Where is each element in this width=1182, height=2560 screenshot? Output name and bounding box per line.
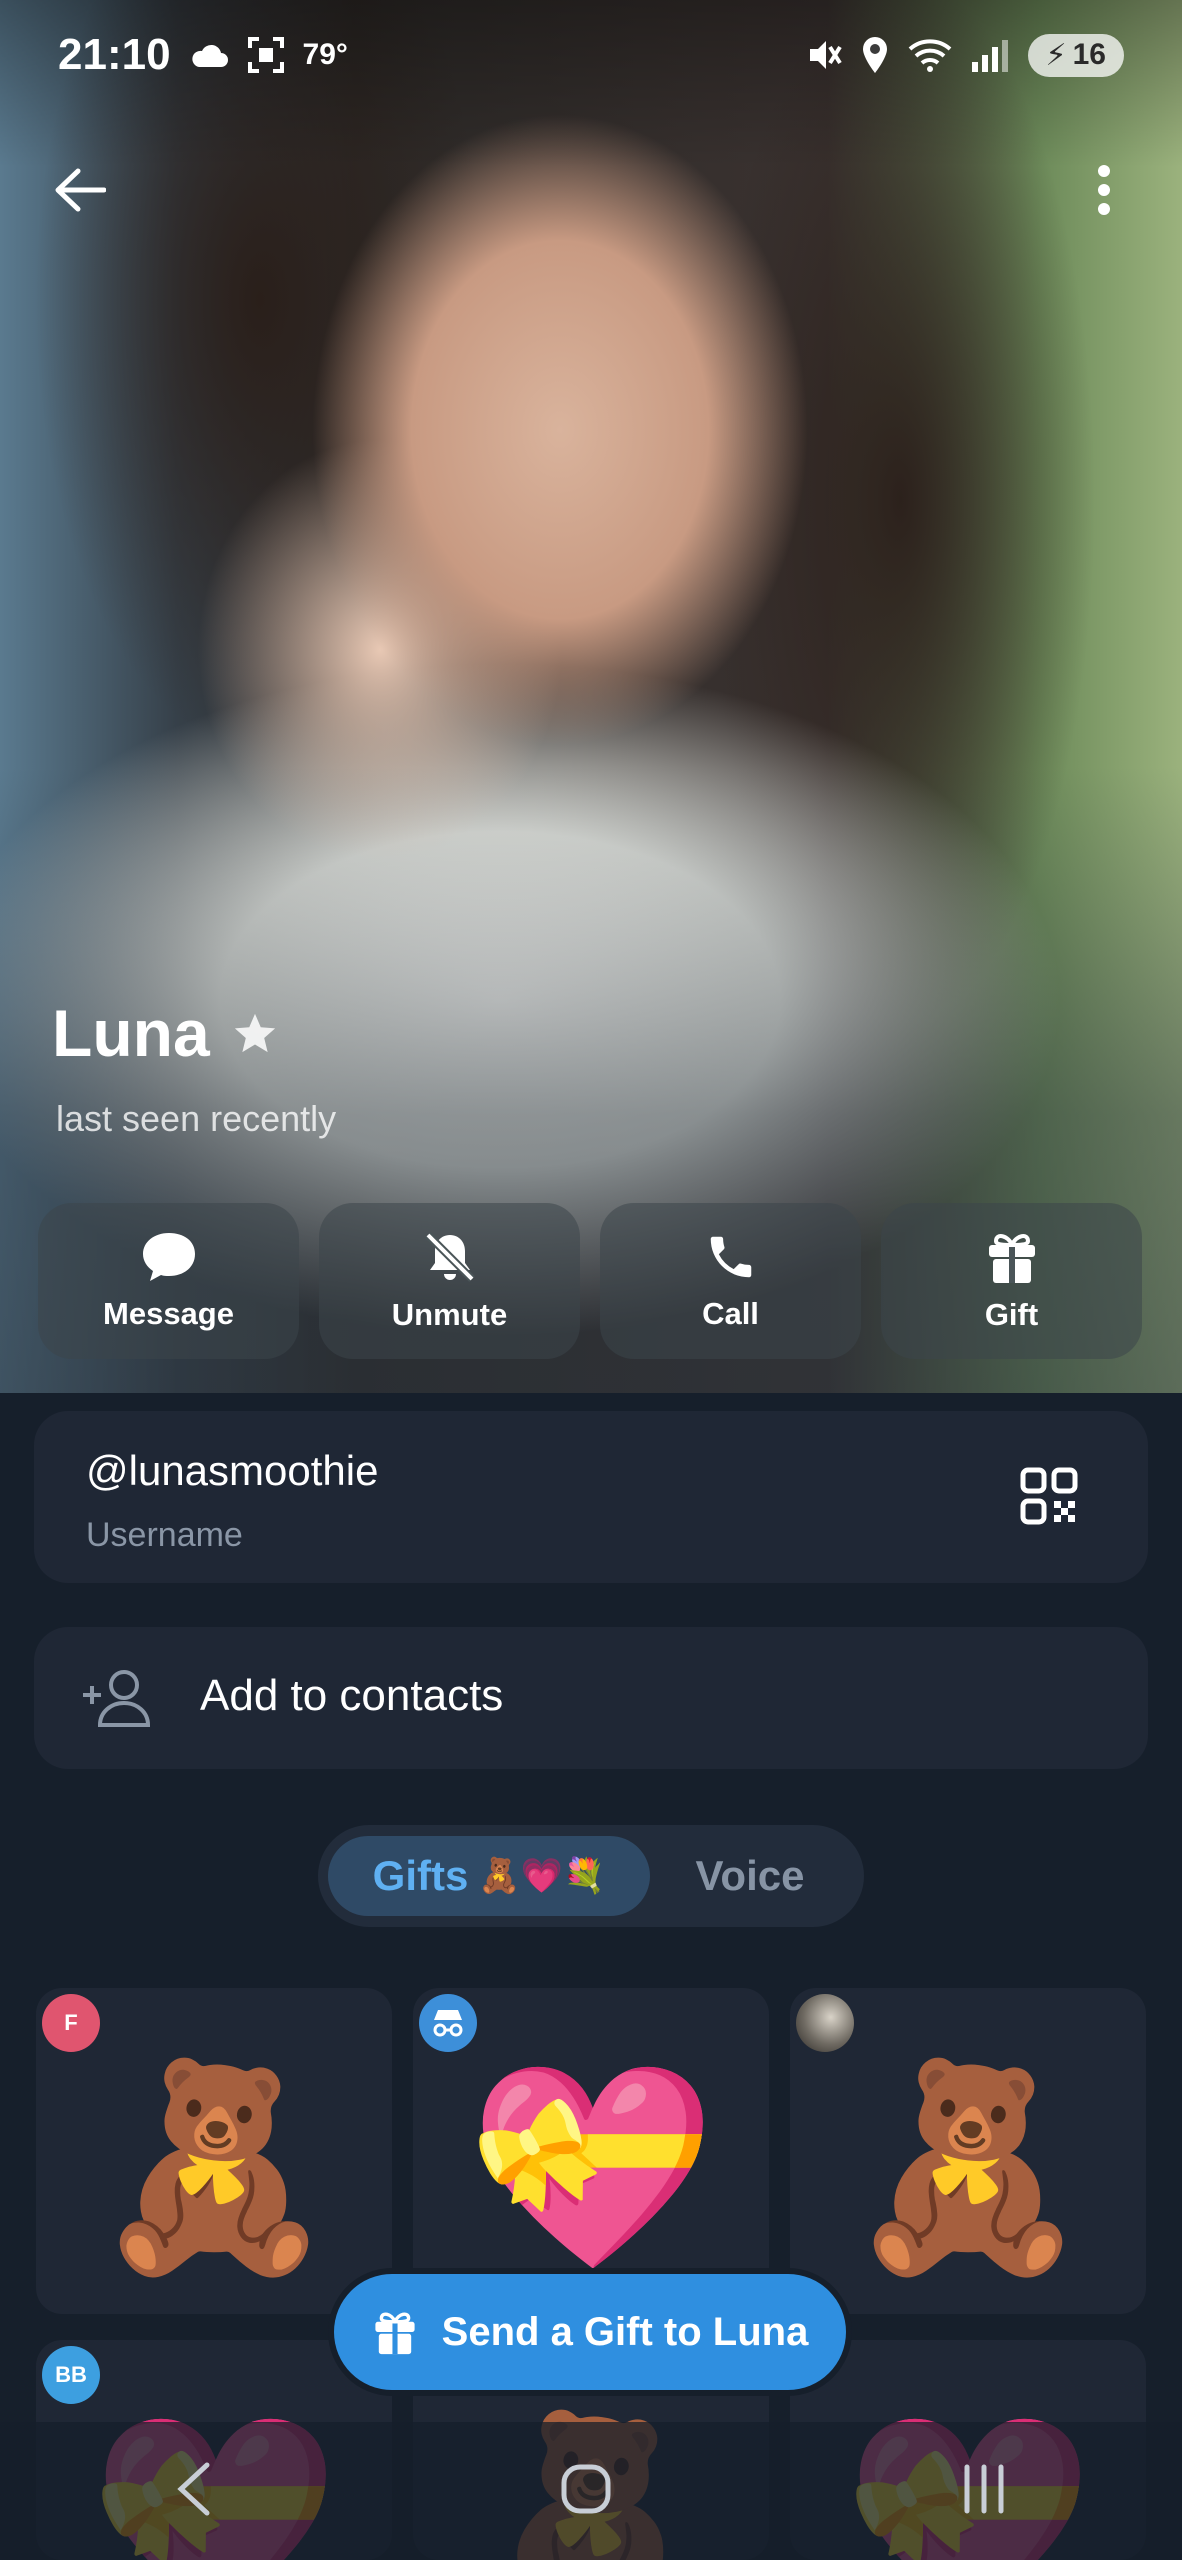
send-gift-label: Send a Gift to Luna xyxy=(441,2309,809,2354)
vibrate-mute-icon xyxy=(809,41,842,69)
gift-icon xyxy=(375,2312,415,2355)
nav-back-button[interactable] xyxy=(173,2461,213,2522)
qr-code-icon xyxy=(1020,1467,1078,1525)
message-label: Message xyxy=(103,1296,234,1331)
call-button[interactable]: Call xyxy=(600,1203,861,1359)
add-to-contacts-row[interactable]: Add to contacts xyxy=(34,1627,1148,1769)
call-label: Call xyxy=(702,1296,759,1331)
nav-back-icon xyxy=(176,2462,210,2515)
username-value[interactable]: @lunasmoothie xyxy=(86,1447,378,1495)
profile-photo[interactable]: 21:10 79° ⚡ 16 Luna last seen recently M… xyxy=(0,0,1182,1393)
status-temperature: 79° xyxy=(302,38,348,71)
heart-gift: 💝 xyxy=(466,2056,716,2279)
cloud-icon xyxy=(191,44,228,67)
bell-off-icon xyxy=(424,1232,475,1282)
star-icon[interactable] xyxy=(232,1010,278,1056)
tab-gifts[interactable]: Gifts 🧸💗💐 xyxy=(328,1836,650,1916)
back-button[interactable] xyxy=(40,150,120,230)
message-icon xyxy=(142,1233,195,1281)
gift-tile[interactable]: 🧸 xyxy=(790,1988,1146,2314)
add-to-contacts-label: Add to contacts xyxy=(200,1671,504,1720)
gift-icon xyxy=(988,1234,1035,1283)
more-options-button[interactable] xyxy=(1064,150,1144,230)
system-nav-bar xyxy=(0,2422,1182,2560)
more-vertical-icon xyxy=(1098,165,1110,215)
gift-button[interactable]: Gift xyxy=(881,1203,1142,1359)
nav-home-button[interactable] xyxy=(558,2461,614,2522)
teddy-bear-gift: 🧸 xyxy=(89,2056,339,2279)
status-time: 21:10 xyxy=(58,30,171,79)
arrow-left-icon xyxy=(55,168,106,212)
nav-recents-icon xyxy=(964,2464,1004,2513)
username-caption: Username xyxy=(86,1516,243,1554)
profile-tabs: Gifts 🧸💗💐 Voice xyxy=(318,1825,864,1927)
unmute-label: Unmute xyxy=(391,1297,508,1332)
photo-shade xyxy=(0,0,1182,1393)
phone-icon xyxy=(710,1236,751,1278)
status-bar: 21:10 79° ⚡ 16 xyxy=(0,0,1182,110)
tab-gifts-label: Gifts xyxy=(372,1852,469,1899)
gift-tile[interactable]: F 🧸 xyxy=(36,1988,392,2314)
username-card[interactable]: @lunasmoothie Username xyxy=(34,1411,1148,1583)
signal-icon xyxy=(971,40,1008,72)
last-seen-status: last seen recently xyxy=(56,1098,337,1139)
send-gift-button[interactable]: Send a Gift to Luna xyxy=(334,2274,846,2390)
battery-indicator: ⚡ 16 xyxy=(1027,33,1124,77)
nav-recents-button[interactable] xyxy=(959,2463,1009,2520)
profile-name-text: Luna xyxy=(52,996,210,1070)
message-button[interactable]: Message xyxy=(38,1203,299,1359)
gift-tile[interactable]: 💝 xyxy=(413,1988,769,2314)
unmute-button[interactable]: Unmute xyxy=(319,1203,580,1359)
nav-home-icon xyxy=(561,2464,611,2513)
charging-icon: ⚡ xyxy=(1045,38,1067,72)
profile-name: Luna xyxy=(52,995,278,1071)
location-icon xyxy=(862,37,887,73)
wifi-icon xyxy=(908,39,951,72)
action-buttons: Message Unmute Call Gift xyxy=(38,1203,1142,1359)
tab-gifts-emoji: 🧸💗💐 xyxy=(478,1857,606,1895)
status-right: ⚡ 16 xyxy=(802,33,1124,77)
tab-voice[interactable]: Voice xyxy=(650,1836,850,1916)
qr-code-button[interactable] xyxy=(1020,1467,1078,1530)
status-left: 21:10 79° xyxy=(58,30,348,80)
teddy-bear-gift: 🧸 xyxy=(843,2056,1093,2279)
screenshot-icon xyxy=(247,37,284,73)
gift-label: Gift xyxy=(984,1297,1039,1332)
battery-level: 16 xyxy=(1072,38,1106,71)
add-user-icon xyxy=(83,1670,151,1727)
